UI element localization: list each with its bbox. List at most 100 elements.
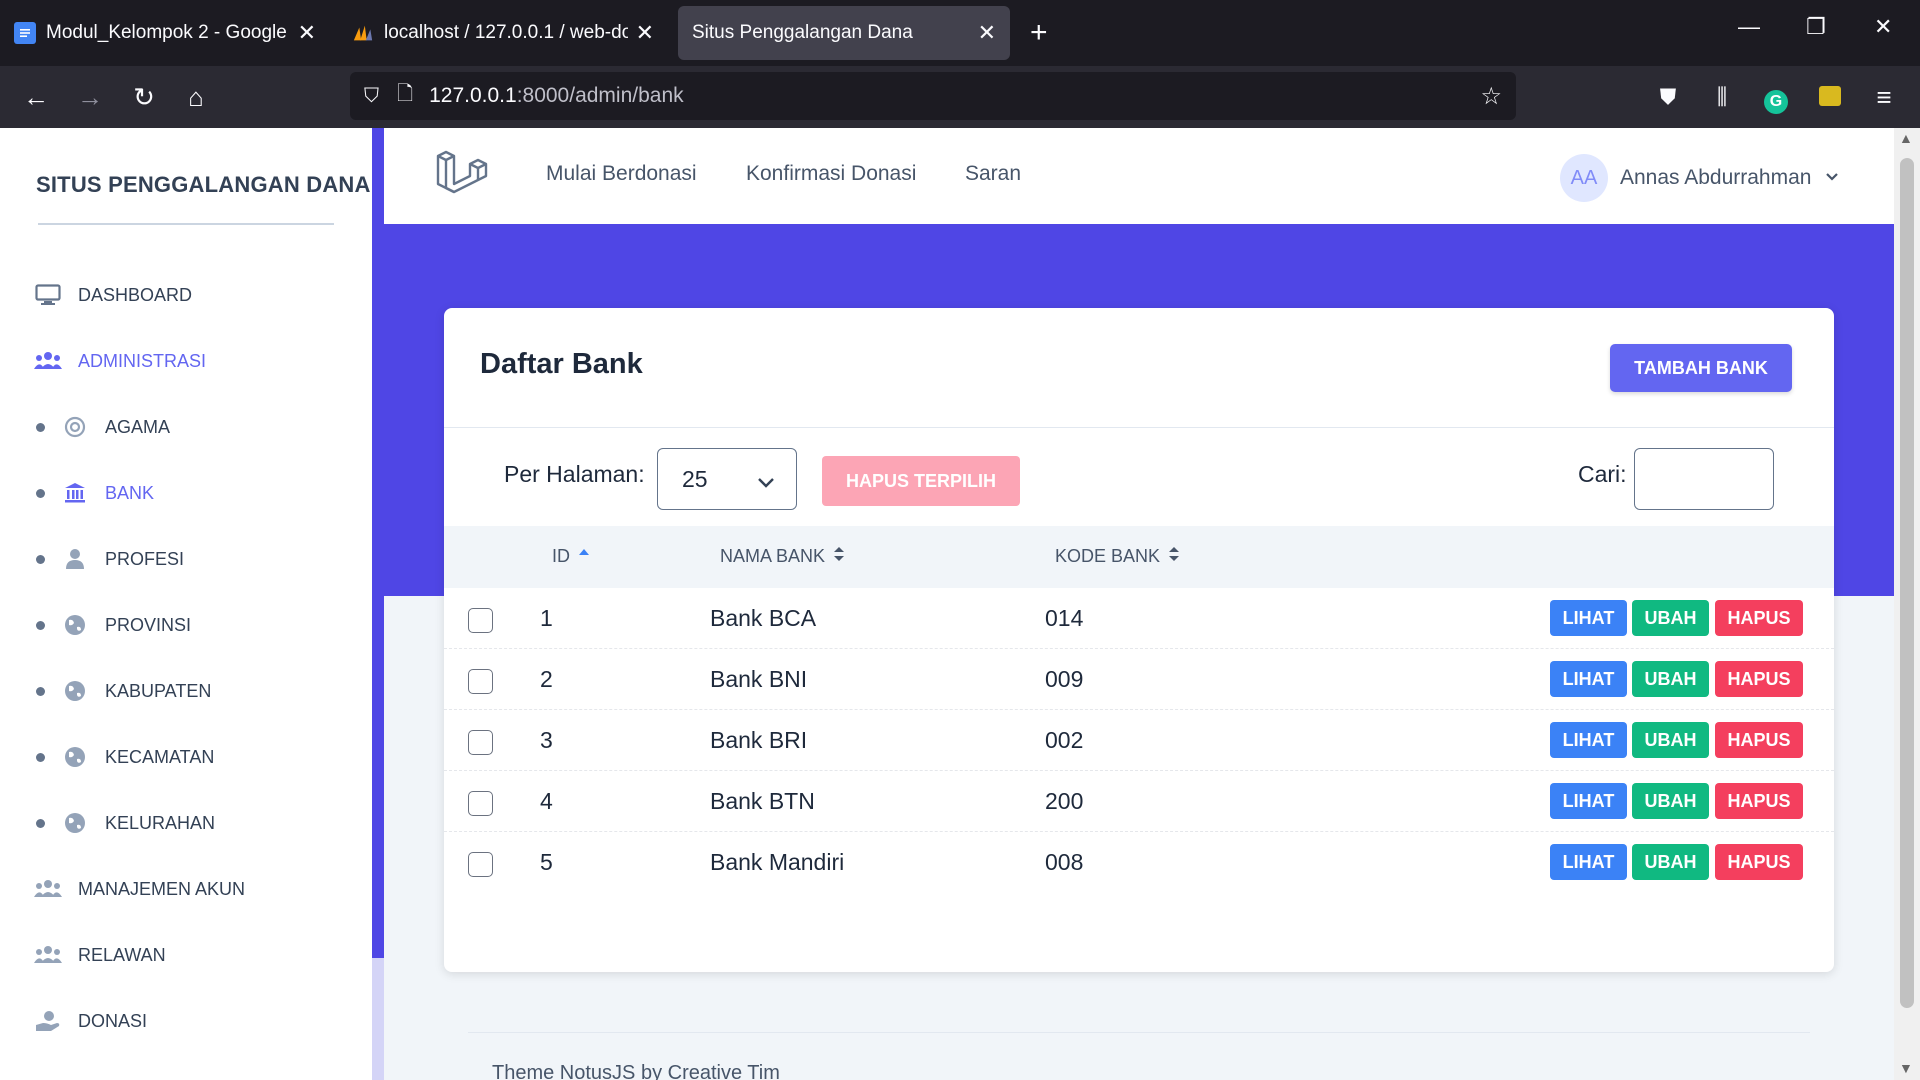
table-row: 4 Bank BTN 200 LIHAT UBAH HAPUS xyxy=(444,771,1834,832)
sidebar-item-kecamatan[interactable]: KECAMATAN xyxy=(36,737,214,777)
cell-id: 2 xyxy=(540,666,553,692)
nav-link-konfirmasi-donasi[interactable]: Konfirmasi Donasi xyxy=(746,162,916,186)
edit-button[interactable]: UBAH xyxy=(1632,722,1709,758)
scroll-down-icon[interactable]: ▼ xyxy=(1899,1060,1913,1076)
table-row: 5 Bank Mandiri 008 LIHAT UBAH HAPUS xyxy=(444,832,1834,893)
delete-selected-button[interactable]: HAPUS TERPILIH xyxy=(822,456,1020,506)
reload-icon[interactable]: ↻ xyxy=(126,80,162,114)
globe-icon xyxy=(61,679,89,703)
user-name[interactable]: Annas Abdurrahman xyxy=(1620,166,1811,190)
globe-icon xyxy=(61,811,89,835)
sidebar-item-kelurahan[interactable]: KELURAHAN xyxy=(36,803,215,843)
library-icon[interactable]: ⫼ xyxy=(1704,80,1740,114)
avatar[interactable]: AA xyxy=(1560,154,1608,202)
table-row: 1 Bank BCA 014 LIHAT UBAH HAPUS xyxy=(444,588,1834,649)
browser-tab-phpmyadmin[interactable]: localhost / 127.0.0.1 / web-donasi ✕ xyxy=(338,6,668,60)
sidebar-item-administrasi[interactable]: ADMINISTRASI xyxy=(34,341,206,381)
per-page-select[interactable]: 25 xyxy=(657,448,797,510)
browser-tab-google-docs[interactable]: Modul_Kelompok 2 - Google Docs ✕ xyxy=(0,6,330,60)
forward-icon[interactable]: → xyxy=(72,80,108,114)
minimize-window-icon[interactable]: — xyxy=(1738,14,1760,40)
sidebar-item-label: AGAMA xyxy=(105,416,171,437)
nav-link-mulai-berdonasi[interactable]: Mulai Berdonasi xyxy=(546,162,697,186)
scrollbar-thumb[interactable] xyxy=(372,128,384,958)
edit-button[interactable]: UBAH xyxy=(1632,661,1709,697)
sidebar-item-bank[interactable]: BANK xyxy=(36,473,154,513)
sidebar-item-relawan[interactable]: RELAWAN xyxy=(34,935,166,975)
delete-button[interactable]: HAPUS xyxy=(1715,722,1803,758)
bullet xyxy=(36,554,45,564)
row-checkbox[interactable] xyxy=(468,791,493,816)
edit-button[interactable]: UBAH xyxy=(1632,783,1709,819)
view-button[interactable]: LIHAT xyxy=(1550,722,1627,758)
row-checkbox[interactable] xyxy=(468,852,493,877)
view-button[interactable]: LIHAT xyxy=(1550,600,1627,636)
add-bank-button[interactable]: TAMBAH BANK xyxy=(1610,344,1792,392)
user-menu[interactable]: AA Annas Abdurrahman xyxy=(1560,154,1839,202)
menu-icon[interactable]: ≡ xyxy=(1866,80,1902,114)
delete-button[interactable]: HAPUS xyxy=(1715,783,1803,819)
pocket-icon[interactable]: ⛊ xyxy=(1650,80,1686,114)
close-tab-icon[interactable]: ✕ xyxy=(978,20,996,46)
column-header-id[interactable]: ID xyxy=(552,546,590,567)
row-checkbox[interactable] xyxy=(468,669,493,694)
sidebar-item-donasi[interactable]: DONASI xyxy=(34,1001,147,1041)
delete-button[interactable]: HAPUS xyxy=(1715,844,1803,880)
sort-asc-icon[interactable] xyxy=(578,546,590,567)
chevron-down-icon[interactable] xyxy=(1825,169,1839,187)
sidebar-scrollbar[interactable] xyxy=(372,128,384,1080)
column-header-nama-bank[interactable]: NAMA BANK xyxy=(720,546,845,567)
url-text[interactable]: 127.0.0.1:8000/admin/bank xyxy=(429,84,684,108)
page-info-icon[interactable]: 🗋 xyxy=(397,79,413,113)
delete-button[interactable]: HAPUS xyxy=(1715,600,1803,636)
search-input[interactable] xyxy=(1634,448,1774,510)
sidebar-item-dashboard[interactable]: DASHBOARD xyxy=(34,275,192,315)
sidebar-item-profesi[interactable]: PROFESI xyxy=(36,539,184,579)
url-bar[interactable]: ⛉ 🗋 127.0.0.1:8000/admin/bank ☆ xyxy=(350,72,1516,120)
browser-tab-active[interactable]: Situs Penggalangan Dana ✕ xyxy=(678,6,1010,60)
page-scrollbar[interactable]: ▲ ▼ xyxy=(1894,128,1920,1080)
back-icon[interactable]: ← xyxy=(18,80,54,114)
new-tab-button[interactable]: + xyxy=(1030,14,1048,52)
extension-icon[interactable] xyxy=(1812,80,1848,114)
cell-bank-code: 200 xyxy=(1045,788,1084,814)
sidebar-item-kabupaten[interactable]: KABUPATEN xyxy=(36,671,211,711)
bullet xyxy=(36,686,45,696)
browser-nav-bar: ← → ↻ ⌂ ⛉ 🗋 127.0.0.1:8000/admin/bank ☆ … xyxy=(0,66,1920,128)
row-checkbox[interactable] xyxy=(468,608,493,633)
shield-icon[interactable]: ⛉ xyxy=(364,85,379,108)
edit-button[interactable]: UBAH xyxy=(1632,844,1709,880)
nav-link-saran[interactable]: Saran xyxy=(965,162,1021,186)
view-button[interactable]: LIHAT xyxy=(1550,783,1627,819)
sidebar-brand[interactable]: SITUS PENGGALANGAN DANA xyxy=(36,172,371,198)
close-tab-icon[interactable]: ✕ xyxy=(636,20,654,46)
sort-icon[interactable] xyxy=(1168,546,1180,567)
grammarly-icon[interactable]: G xyxy=(1758,80,1794,114)
bookmark-star-icon[interactable]: ☆ xyxy=(1480,82,1502,111)
bullet xyxy=(36,818,45,828)
browser-tab-bar: Modul_Kelompok 2 - Google Docs ✕ localho… xyxy=(0,0,1920,66)
table-row: 2 Bank BNI 009 LIHAT UBAH HAPUS xyxy=(444,649,1834,710)
close-tab-icon[interactable]: ✕ xyxy=(298,20,316,46)
sidebar-item-manajemen-akun[interactable]: MANAJEMEN AKUN xyxy=(34,869,245,909)
sort-icon[interactable] xyxy=(833,546,845,567)
scroll-up-icon[interactable]: ▲ xyxy=(1899,130,1913,146)
close-window-icon[interactable]: ✕ xyxy=(1874,14,1892,40)
delete-button[interactable]: HAPUS xyxy=(1715,661,1803,697)
view-button[interactable]: LIHAT xyxy=(1550,661,1627,697)
tab-title: Modul_Kelompok 2 - Google Docs xyxy=(46,22,290,43)
sidebar-item-label: BANK xyxy=(105,482,155,503)
edit-button[interactable]: UBAH xyxy=(1632,600,1709,636)
row-checkbox[interactable] xyxy=(468,730,493,755)
cell-id: 1 xyxy=(540,605,553,631)
sidebar-item-provinsi[interactable]: PROVINSI xyxy=(36,605,191,645)
restore-window-icon[interactable]: ❐ xyxy=(1806,14,1826,40)
laravel-logo-icon[interactable] xyxy=(434,148,490,204)
view-button[interactable]: LIHAT xyxy=(1550,844,1627,880)
home-icon[interactable]: ⌂ xyxy=(178,80,214,114)
sidebar-item-agama[interactable]: AGAMA xyxy=(36,407,170,447)
column-header-kode-bank[interactable]: KODE BANK xyxy=(1055,546,1180,567)
cell-bank-name: Bank BNI xyxy=(710,666,808,692)
scrollbar-thumb[interactable] xyxy=(1900,158,1914,1008)
footer-credit[interactable]: Theme NotusJS by Creative Tim xyxy=(492,1062,780,1080)
